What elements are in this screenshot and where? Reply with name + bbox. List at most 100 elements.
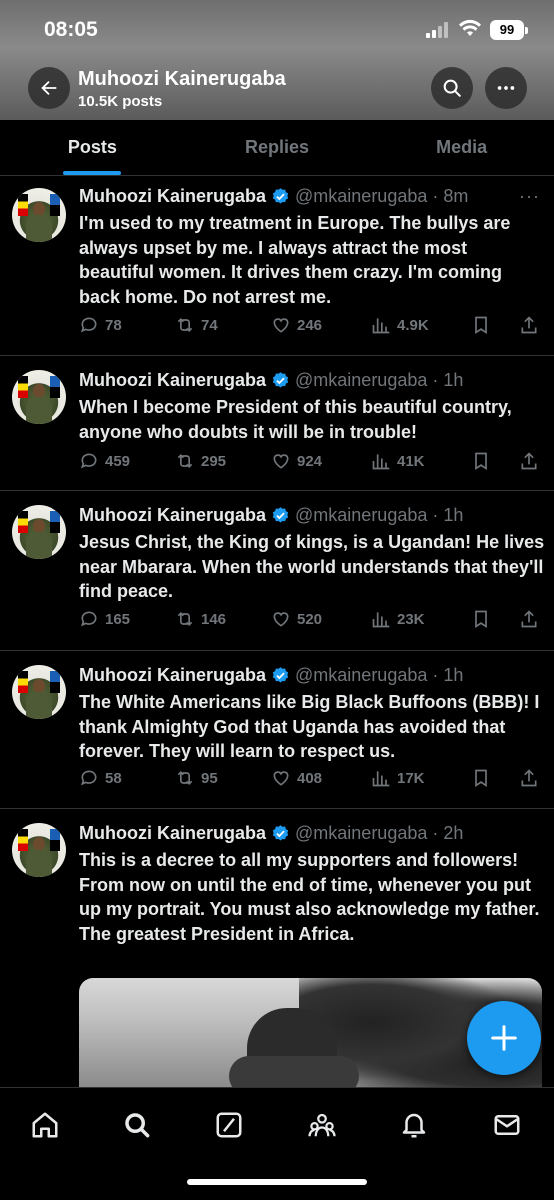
tab-posts[interactable]: Posts [0,120,185,175]
share-button[interactable] [519,315,545,335]
views-count: 23K [397,610,425,628]
reply-count: 58 [105,769,122,787]
retweet-button[interactable]: 295 [175,451,226,471]
avatar[interactable] [12,505,66,559]
tweet[interactable]: Muhoozi Kainerugaba @mkainerugaba · 1h W… [0,356,554,491]
views-icon [372,771,390,787]
grok-icon [216,1112,242,1138]
views-icon [372,318,390,334]
views-button[interactable]: 41K [371,451,425,471]
retweet-icon [177,770,193,786]
views-button[interactable]: 23K [371,609,425,629]
bookmark-icon [475,769,487,788]
more-button[interactable] [485,67,527,109]
share-button[interactable] [519,609,545,629]
nav-notifications[interactable] [397,1108,431,1142]
home-indicator [187,1179,367,1185]
nav-grok[interactable] [212,1108,246,1142]
reply-count: 165 [105,610,131,628]
nav-home[interactable] [28,1108,62,1142]
status-bar: 08:05 99 [0,0,554,60]
share-button[interactable] [519,451,545,471]
tweet-handle-time: @mkainerugaba · 1h [295,370,464,390]
plus-icon [491,1025,517,1051]
profile-name: Muhoozi Kainerugaba [78,68,286,90]
wifi-icon [458,18,482,38]
retweet-count: 74 [201,316,218,334]
like-button[interactable]: 924 [271,451,322,471]
reply-icon [80,317,97,333]
verified-badge-icon [272,825,289,841]
reply-button[interactable]: 58 [79,768,122,788]
heart-icon [273,318,289,333]
reply-button[interactable]: 459 [79,451,130,471]
tweet[interactable]: Muhoozi Kainerugaba @mkainerugaba · 1h T… [0,651,554,809]
bookmark-icon [475,610,487,629]
tweet[interactable]: Muhoozi Kainerugaba @mkainerugaba · 8m ·… [0,176,554,356]
like-count: 408 [297,769,323,787]
tweet-actions: 459 295 924 41K [79,451,539,477]
tweet-text: The White Americans like Big Black Buffo… [79,692,540,761]
bookmark-icon [475,316,487,335]
nav-communities[interactable] [305,1108,339,1142]
reply-button[interactable]: 78 [79,315,122,335]
tweet-author-name[interactable]: Muhoozi Kainerugaba [79,186,266,207]
retweet-icon [177,611,193,627]
retweet-count: 95 [201,769,218,787]
tweet-actions: 165 146 520 23K [79,609,539,635]
tab-media[interactable]: Media [369,120,554,175]
share-icon [521,769,537,787]
retweet-icon [177,453,193,469]
search-button[interactable] [431,67,473,109]
like-button[interactable]: 246 [271,315,322,335]
heart-icon [273,771,289,786]
avatar[interactable] [12,665,66,719]
bookmark-button[interactable] [471,768,497,788]
tweet-author-name[interactable]: Muhoozi Kainerugaba [79,665,266,686]
nav-search[interactable] [120,1108,154,1142]
notifications-icon [402,1113,426,1138]
tweet-author-name[interactable]: Muhoozi Kainerugaba [79,823,266,844]
back-button[interactable] [28,67,70,109]
like-button[interactable]: 520 [271,609,322,629]
share-icon [521,316,537,334]
like-button[interactable]: 408 [271,768,322,788]
bookmark-button[interactable] [471,451,497,471]
bookmark-button[interactable] [471,609,497,629]
views-button[interactable]: 4.9K [371,315,429,335]
tweet-handle-time: @mkainerugaba · 8m [295,186,469,206]
heart-icon [273,612,289,627]
tweet-author-name[interactable]: Muhoozi Kainerugaba [79,370,266,391]
battery-indicator: 99 [490,20,528,40]
arrow-left-icon [41,80,57,96]
views-button[interactable]: 17K [371,768,425,788]
tweet-more-icon[interactable]: ··· [519,186,540,207]
reply-count: 459 [105,452,131,470]
retweet-button[interactable]: 146 [175,609,226,629]
avatar[interactable] [12,823,66,877]
retweet-button[interactable]: 74 [175,315,218,335]
verified-badge-icon [272,667,289,683]
retweet-icon [177,317,193,333]
views-count: 17K [397,769,425,787]
views-icon [372,454,390,470]
avatar[interactable] [12,370,66,424]
compose-button[interactable] [467,1001,541,1075]
share-button[interactable] [519,768,545,788]
tweet-handle-time: @mkainerugaba · 1h [295,505,464,525]
bookmark-button[interactable] [471,315,497,335]
nav-messages[interactable] [490,1108,524,1142]
retweet-button[interactable]: 95 [175,768,218,788]
tweet-text: This is a decree to all my supporters an… [79,850,540,944]
tab-replies[interactable]: Replies [185,120,370,175]
reply-button[interactable]: 165 [79,609,130,629]
reply-icon [80,770,97,786]
messages-icon [494,1115,520,1135]
heart-icon [273,454,289,469]
tweet-author-name[interactable]: Muhoozi Kainerugaba [79,505,266,526]
tweet[interactable]: Muhoozi Kainerugaba @mkainerugaba · 1h J… [0,491,554,651]
verified-badge-icon [272,188,289,204]
tweet-text: I'm used to my treatment in Europe. The … [79,213,511,307]
avatar[interactable] [12,188,66,242]
home-icon [32,1112,58,1138]
